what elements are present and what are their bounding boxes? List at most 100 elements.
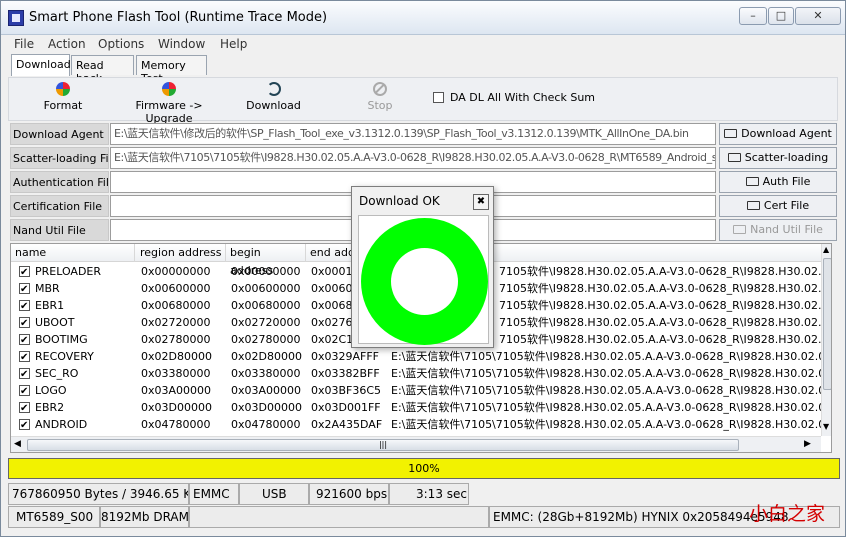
partition-checkbox[interactable] xyxy=(19,366,30,383)
partition-checkbox[interactable] xyxy=(19,400,30,417)
status-elapsed-time: 3:13 sec xyxy=(389,483,469,505)
scroll-right-icon[interactable]: ▶ xyxy=(804,439,811,449)
horizontal-scroll-thumb[interactable]: ||| xyxy=(27,439,739,451)
cert-file-button[interactable]: Cert File xyxy=(719,195,837,217)
dialog-close-button[interactable]: ✖ xyxy=(473,194,489,210)
table-row[interactable]: RECOVERY 0x02D80000 0x02D80000 0x0329AFFF E:… xyxy=(11,348,821,366)
nand-util-button[interactable]: Nand Util File xyxy=(719,219,837,241)
auth-file-button-label: Auth File xyxy=(762,175,811,188)
file-path: E:\蓝天信软件\7105\7105软件\I9828.H30.02.05.A.A… xyxy=(391,401,821,414)
stop-button[interactable]: Stop xyxy=(361,82,399,112)
status-empty xyxy=(189,506,489,528)
menu-window[interactable]: Window xyxy=(158,37,205,51)
column-begin-address[interactable]: begin address xyxy=(226,244,306,277)
dialog-title: Download OK xyxy=(359,194,440,208)
table-row[interactable]: LOGO 0x03A00000 0x03A00000 0x03BF36C5 E:\蓝天信… xyxy=(11,382,821,400)
vertical-scroll-thumb[interactable] xyxy=(823,258,831,390)
region-address: 0x02D80000 xyxy=(141,350,212,363)
scroll-down-icon[interactable]: ▼ xyxy=(823,422,829,431)
menu-bar: File Action Options Window Help xyxy=(1,35,845,54)
tab-read-back[interactable]: Read back xyxy=(71,55,134,85)
table-row[interactable]: SEC_RO 0x03380000 0x03380000 0x03382BFF E:\蓝… xyxy=(11,365,821,383)
partition-checkbox[interactable] xyxy=(19,349,30,366)
region-address: 0x00000000 xyxy=(141,265,211,278)
menu-help[interactable]: Help xyxy=(220,37,247,51)
download-icon xyxy=(266,82,281,96)
status-storage: EMMC xyxy=(189,483,239,505)
partition-name: SEC_RO xyxy=(35,367,79,380)
title-bar: Smart Phone Flash Tool (Runtime Trace Mo… xyxy=(1,1,845,35)
partition-name: BOOTIMG xyxy=(35,333,88,346)
scroll-up-icon[interactable]: ▲ xyxy=(823,245,829,254)
checksum-checkbox[interactable] xyxy=(433,92,444,103)
maximize-button[interactable]: □ xyxy=(768,7,794,25)
minimize-icon: – xyxy=(750,9,756,22)
table-row[interactable]: EBR2 0x03D00000 0x03D00000 0x03D001FF E:\蓝天信… xyxy=(11,399,821,417)
progress-text: 100% xyxy=(408,462,440,475)
folder-icon xyxy=(727,153,741,162)
folder-icon xyxy=(724,129,738,138)
partition-checkbox[interactable] xyxy=(19,417,30,434)
begin-address: 0x00680000 xyxy=(231,299,301,312)
partition-checkbox[interactable] xyxy=(19,264,30,281)
region-address: 0x00600000 xyxy=(141,282,211,295)
download-agent-button[interactable]: Download Agent xyxy=(719,123,837,145)
file-path: 7105软件\I9828.H30.02.05.A.A-V3.0-0628_R\I… xyxy=(499,316,821,329)
success-ring-icon xyxy=(361,218,488,345)
partition-checkbox[interactable] xyxy=(19,383,30,400)
download-agent-field[interactable]: E:\蓝天信软件\修改后的软件\SP_Flash_Tool_exe_v3.131… xyxy=(110,123,716,145)
partition-name: PRELOADER xyxy=(35,265,102,278)
region-address: 0x02780000 xyxy=(141,333,211,346)
table-row[interactable]: ANDROID 0x04780000 0x04780000 0x2A435DAF E:\… xyxy=(11,416,821,434)
download-agent-label: Download Agent xyxy=(10,123,109,145)
partition-checkbox[interactable] xyxy=(19,332,30,349)
download-label: Download xyxy=(246,99,301,112)
tab-download[interactable]: Download xyxy=(11,54,71,76)
end-address: 0x0329AFFF xyxy=(311,350,380,363)
scatter-loading-label: Scatter-loading File xyxy=(10,147,109,169)
end-address: 0x03382BFF xyxy=(311,367,380,380)
download-button[interactable]: Download xyxy=(241,82,306,112)
scroll-left-icon[interactable]: ◀ xyxy=(14,439,21,449)
stop-icon xyxy=(373,82,387,96)
scatter-loading-button[interactable]: Scatter-loading xyxy=(719,147,837,169)
partition-checkbox[interactable] xyxy=(19,315,30,332)
status-connection: USB xyxy=(239,483,309,505)
region-address: 0x03D00000 xyxy=(141,401,212,414)
status-bytes: 767860950 Bytes / 3946.65 KB xyxy=(8,483,189,505)
close-button[interactable]: ✕ xyxy=(795,7,841,25)
begin-address: 0x04780000 xyxy=(231,418,301,431)
menu-file[interactable]: File xyxy=(14,37,34,51)
column-name[interactable]: name xyxy=(11,244,135,262)
auth-file-label: Authentication File xyxy=(10,171,109,193)
menu-options[interactable]: Options xyxy=(98,37,144,51)
scatter-loading-field[interactable]: E:\蓝天信软件\7105\7105软件\I9828.H30.02.05.A.A… xyxy=(110,147,716,169)
status-chip: MT6589_S00 xyxy=(8,506,100,528)
format-button[interactable]: Format xyxy=(33,82,93,112)
file-path: 7105软件\I9828.H30.02.05.A.A-V3.0-0628_R\I… xyxy=(499,333,821,346)
stop-label: Stop xyxy=(367,99,393,112)
region-address: 0x04780000 xyxy=(141,418,211,431)
nand-util-button-label: Nand Util File xyxy=(750,223,823,236)
firmware-upgrade-button[interactable]: Firmware -> Upgrade xyxy=(113,82,225,125)
partition-checkbox[interactable] xyxy=(19,281,30,298)
file-path: E:\蓝天信软件\7105\7105软件\I9828.H30.02.05.A.A… xyxy=(391,384,821,397)
menu-action[interactable]: Action xyxy=(48,37,86,51)
folder-icon xyxy=(745,177,759,186)
nand-util-label: Nand Util File xyxy=(10,219,109,241)
end-address: 0x03D001FF xyxy=(311,401,381,414)
begin-address: 0x02780000 xyxy=(231,333,301,346)
minimize-button[interactable]: – xyxy=(739,7,767,25)
scatter-loading-button-label: Scatter-loading xyxy=(744,151,829,164)
begin-address: 0x02D80000 xyxy=(231,350,302,363)
partition-checkbox[interactable] xyxy=(19,298,30,315)
vertical-scrollbar[interactable]: ▲ ▼ xyxy=(821,244,831,436)
horizontal-scrollbar[interactable]: ◀ ||| ▶ xyxy=(11,436,821,452)
column-region-address[interactable]: region address xyxy=(136,244,226,262)
tab-memory-test[interactable]: Memory Test xyxy=(136,55,207,85)
end-address: 0x2A435DAF xyxy=(311,418,383,431)
auth-file-button[interactable]: Auth File xyxy=(719,171,837,193)
format-label: Format xyxy=(43,99,83,112)
toolbar: Format Firmware -> Upgrade Download Stop… xyxy=(8,77,838,125)
region-address: 0x03380000 xyxy=(141,367,211,380)
